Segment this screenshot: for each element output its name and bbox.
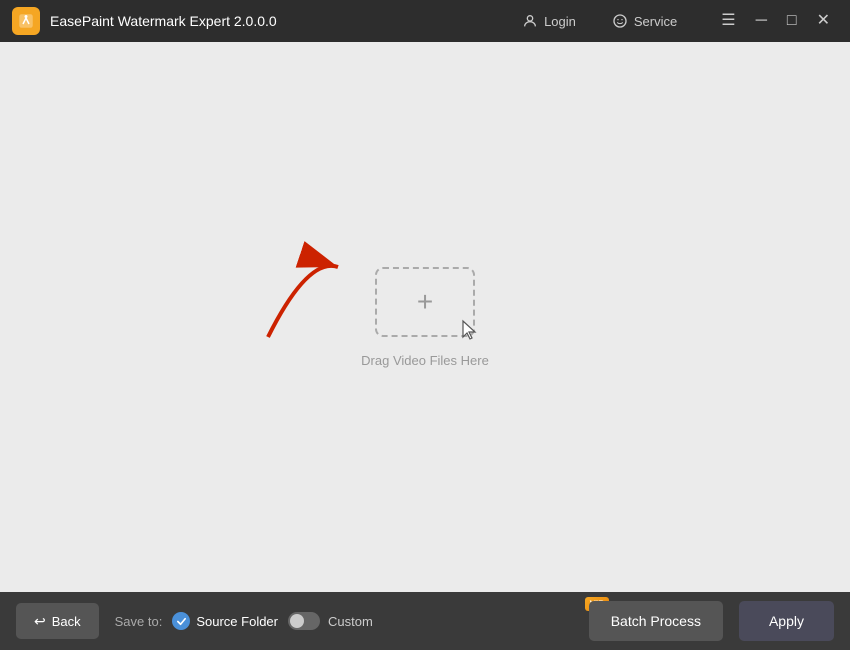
titlebar-actions: Login Service ☰ ─ □ ✕ bbox=[514, 9, 838, 33]
drop-label: Drag Video Files Here bbox=[361, 353, 489, 368]
app-logo bbox=[12, 7, 40, 35]
check-mark-icon bbox=[176, 616, 187, 627]
person-icon bbox=[522, 13, 538, 29]
arrow-indicator bbox=[248, 237, 368, 357]
main-content: + Drag Video Files Here bbox=[0, 42, 850, 592]
source-folder-label: Source Folder bbox=[196, 614, 278, 629]
maximize-button[interactable]: □ bbox=[779, 9, 805, 33]
cursor-icon bbox=[461, 319, 481, 343]
back-icon: ↩ bbox=[34, 613, 46, 630]
chat-icon bbox=[612, 13, 628, 29]
menu-button[interactable]: ☰ bbox=[713, 9, 743, 33]
bottombar: ↩ Back Save to: Source Folder Custom VIP… bbox=[0, 592, 850, 650]
source-folder-checkbox[interactable] bbox=[172, 612, 190, 630]
login-button[interactable]: Login bbox=[514, 9, 584, 33]
back-label: Back bbox=[52, 614, 81, 629]
drop-zone[interactable]: + bbox=[375, 267, 475, 337]
custom-toggle[interactable] bbox=[288, 612, 320, 630]
batch-process-button[interactable]: Batch Process bbox=[589, 601, 723, 641]
custom-toggle-container[interactable]: Custom bbox=[288, 612, 373, 630]
source-folder-option[interactable]: Source Folder bbox=[172, 612, 278, 630]
save-to-section: Save to: Source Folder Custom bbox=[115, 612, 373, 630]
apply-label: Apply bbox=[769, 613, 804, 629]
batch-process-label: Batch Process bbox=[611, 613, 701, 629]
back-button[interactable]: ↩ Back bbox=[16, 603, 99, 639]
app-title: EasePaint Watermark Expert 2.0.0.0 bbox=[50, 13, 514, 29]
window-controls: ☰ ─ □ ✕ bbox=[713, 9, 838, 33]
custom-label: Custom bbox=[328, 614, 373, 629]
save-to-label: Save to: bbox=[115, 614, 163, 629]
toggle-knob bbox=[290, 614, 304, 628]
minimize-button[interactable]: ─ bbox=[748, 9, 775, 33]
apply-button[interactable]: Apply bbox=[739, 601, 834, 641]
plus-icon: + bbox=[417, 288, 433, 316]
close-button[interactable]: ✕ bbox=[809, 9, 838, 33]
drop-zone-container: + Drag Video Files Here bbox=[361, 267, 489, 368]
titlebar: EasePaint Watermark Expert 2.0.0.0 Login… bbox=[0, 0, 850, 42]
batch-process-container: VIP Batch Process bbox=[589, 601, 723, 641]
service-button[interactable]: Service bbox=[604, 9, 685, 33]
